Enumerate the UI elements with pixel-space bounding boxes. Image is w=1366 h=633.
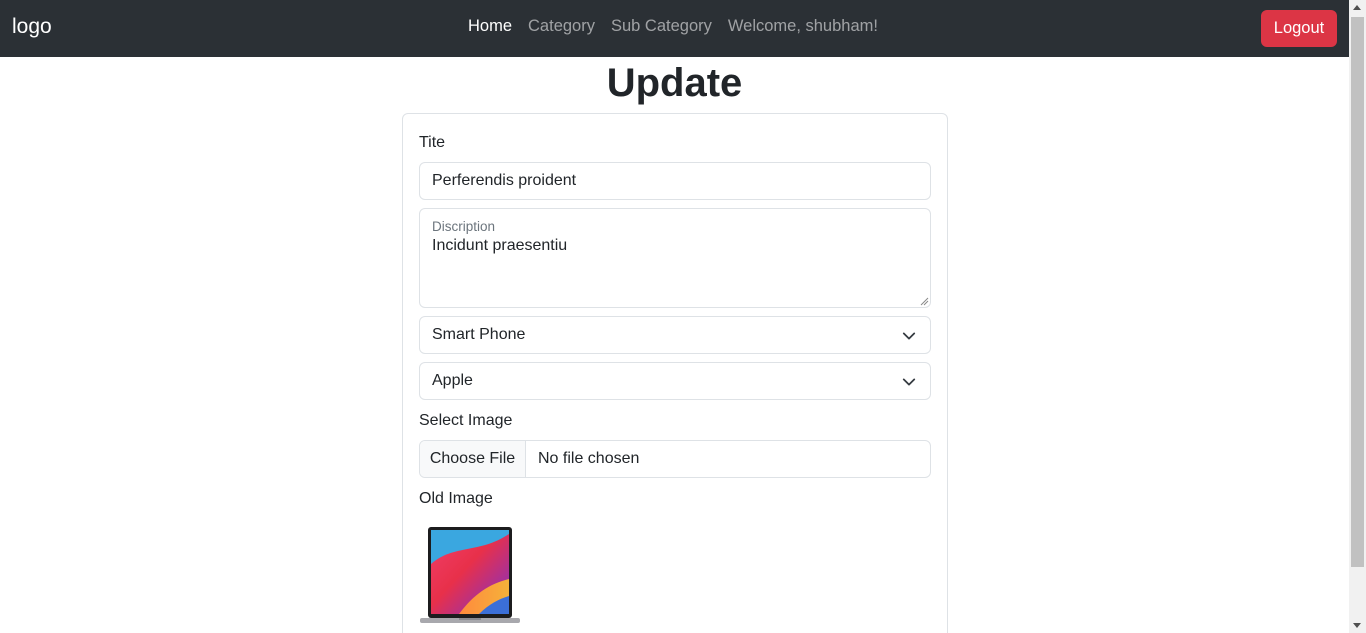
chevron-down-icon [902,378,916,386]
description-textarea[interactable]: Discription Incidunt praesentiu [419,208,931,308]
select-image-label: Select Image [419,412,513,429]
chevron-down-icon [902,332,916,340]
update-form-card: Tite Perferendis proident Discription In… [402,113,948,633]
choose-file-button[interactable]: Choose File [420,441,526,477]
welcome-text: Welcome, shubham! [727,17,878,35]
category-selected-value: Smart Phone [432,326,526,343]
subcategory-selected-value: Apple [432,372,473,389]
description-floating-label: Discription [432,219,496,234]
page-title: Update [606,61,743,105]
file-status-text: No file chosen [538,450,640,467]
nav-links: Home Category Sub Category Welcome, shub… [468,17,878,36]
scroll-down-icon[interactable] [1353,623,1361,628]
page-scrollbar[interactable] [1349,0,1366,633]
brand-logo[interactable]: logo [12,15,52,39]
old-image-laptop [420,527,520,623]
old-image-label: Old Image [419,490,493,507]
category-select[interactable]: Smart Phone [419,316,931,354]
subcategory-select[interactable]: Apple [419,362,931,400]
scroll-thumb[interactable] [1351,17,1364,567]
image-file-input[interactable]: Choose File No file chosen [419,440,931,478]
title-label: Tite [419,134,446,151]
nav-link-home[interactable]: Home [468,17,512,36]
resize-grip-icon[interactable] [919,296,929,306]
scroll-up-icon[interactable] [1353,5,1361,10]
navbar: logo Home Category Sub Category Welcome,… [0,0,1349,57]
nav-link-category[interactable]: Category [528,17,595,36]
nav-link-sub-category[interactable]: Sub Category [611,17,712,36]
description-value: Incidunt praesentiu [432,237,568,254]
logout-button[interactable]: Logout [1261,10,1337,47]
title-input[interactable]: Perferendis proident [419,162,931,200]
